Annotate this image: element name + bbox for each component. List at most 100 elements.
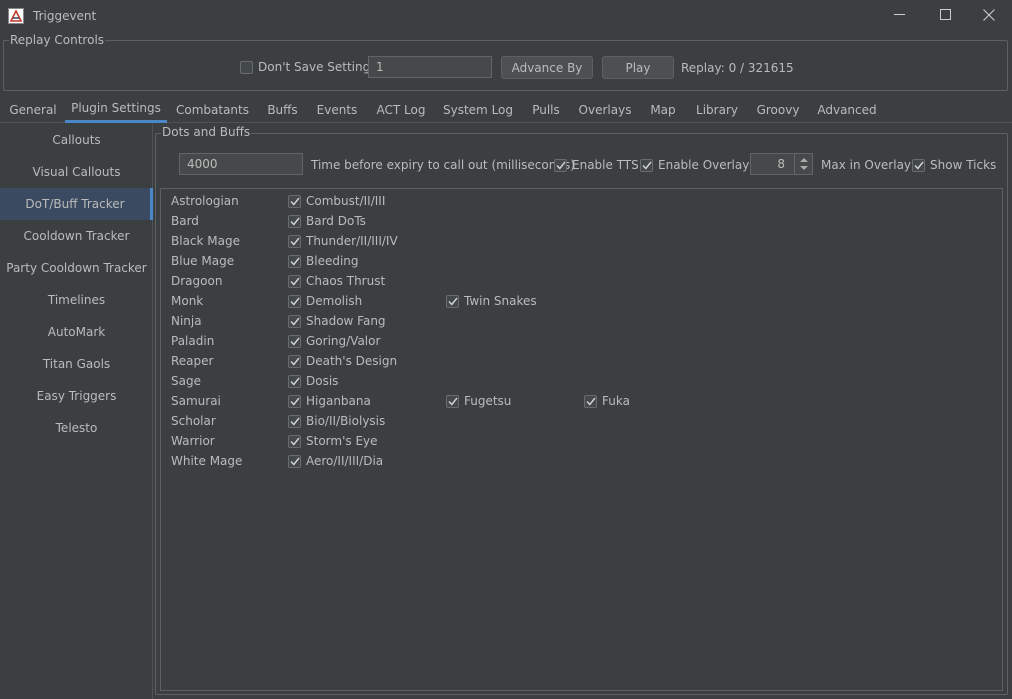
- sidebar-item-visual-callouts[interactable]: Visual Callouts: [0, 156, 153, 188]
- checkbox-box[interactable]: [288, 194, 301, 208]
- checkbox-box[interactable]: [288, 434, 301, 448]
- tab-pulls[interactable]: Pulls: [522, 96, 570, 123]
- sidebar-item-easy-triggers[interactable]: Easy Triggers: [0, 380, 153, 412]
- sidebar-item-dot-buff-tracker[interactable]: DoT/Buff Tracker: [0, 188, 153, 220]
- buff-checkbox[interactable]: Death's Design: [288, 354, 397, 368]
- buff-checkbox[interactable]: Bio/II/Biolysis: [288, 414, 385, 428]
- checkbox-box[interactable]: [288, 294, 301, 308]
- buff-checkbox[interactable]: Bard DoTs: [288, 214, 366, 228]
- close-button[interactable]: [966, 0, 1012, 32]
- tab-act-log[interactable]: ACT Log: [368, 96, 434, 123]
- job-name: Ninja: [171, 314, 202, 328]
- sidebar-item-automark[interactable]: AutoMark: [0, 316, 153, 348]
- job-name: Samurai: [171, 394, 221, 408]
- job-name: Monk: [171, 294, 204, 308]
- tab-library[interactable]: Library: [690, 96, 744, 123]
- buff-checkbox[interactable]: Thunder/II/III/IV: [288, 234, 398, 248]
- checkbox-box[interactable]: [288, 454, 301, 468]
- checkbox-box[interactable]: [288, 254, 301, 268]
- checkbox-box[interactable]: [912, 158, 925, 172]
- buff-label: Thunder/II/III/IV: [306, 234, 398, 248]
- buff-label: Bio/II/Biolysis: [306, 414, 386, 428]
- buff-checkbox[interactable]: Chaos Thrust: [288, 274, 385, 288]
- sidebar-item-telesto[interactable]: Telesto: [0, 412, 153, 444]
- tab-combatants[interactable]: Combatants: [170, 96, 255, 123]
- job-name: Dragoon: [171, 274, 223, 288]
- max-in-overlay-value: 8: [777, 157, 785, 171]
- enable-tts-checkbox[interactable]: Enable TTS: [554, 158, 639, 172]
- checkbox-box[interactable]: [240, 60, 253, 74]
- tab-groovy[interactable]: Groovy: [748, 96, 808, 123]
- dont-save-settings-label: Don't Save Settings: [258, 60, 377, 74]
- checkbox-box[interactable]: [288, 334, 301, 348]
- checkbox-box[interactable]: [446, 394, 459, 408]
- tab-plugin-settings[interactable]: Plugin Settings: [65, 96, 167, 123]
- checkbox-box[interactable]: [288, 314, 301, 328]
- checkbox-box[interactable]: [446, 294, 459, 308]
- job-name: Paladin: [171, 334, 215, 348]
- enable-tts-label: Enable TTS: [572, 158, 639, 172]
- checkbox-box[interactable]: [288, 414, 301, 428]
- max-in-overlay-spinner[interactable]: 8: [750, 153, 813, 175]
- checkbox-box[interactable]: [288, 274, 301, 288]
- tab-buffs[interactable]: Buffs: [259, 96, 306, 123]
- sidebar-item-timelines[interactable]: Timelines: [0, 284, 153, 316]
- checkbox-box[interactable]: [288, 374, 301, 388]
- buff-checkbox[interactable]: Storm's Eye: [288, 434, 378, 448]
- dots-and-buffs-legend: Dots and Buffs: [161, 125, 252, 139]
- play-button[interactable]: Play: [602, 56, 674, 79]
- buff-checkbox[interactable]: Dosis: [288, 374, 338, 388]
- job-name: Sage: [171, 374, 201, 388]
- checkbox-box[interactable]: [288, 354, 301, 368]
- checkbox-box[interactable]: [554, 158, 567, 172]
- replay-controls-legend: Replay Controls: [9, 33, 106, 47]
- buff-checkbox[interactable]: Combust/II/III: [288, 194, 385, 208]
- buff-checkbox[interactable]: Fuka: [584, 394, 630, 408]
- buff-label: Dosis: [306, 374, 339, 388]
- advance-by-button[interactable]: Advance By: [501, 56, 593, 79]
- spinner-arrows[interactable]: [794, 154, 812, 174]
- sidebar-item-callouts[interactable]: Callouts: [0, 124, 153, 156]
- dont-save-settings-checkbox[interactable]: Don't Save Settings: [240, 60, 377, 74]
- tab-map[interactable]: Map: [640, 96, 686, 123]
- job-name: Warrior: [171, 434, 215, 448]
- buff-checkbox[interactable]: Aero/II/III/Dia: [288, 454, 383, 468]
- show-ticks-checkbox[interactable]: Show Ticks: [912, 158, 996, 172]
- buff-label: Chaos Thrust: [306, 274, 386, 288]
- checkbox-box[interactable]: [288, 214, 301, 228]
- tab-events[interactable]: Events: [310, 96, 364, 123]
- job-name: Scholar: [171, 414, 216, 428]
- buff-checkbox[interactable]: Bleeding: [288, 254, 359, 268]
- tab-general[interactable]: General: [4, 96, 62, 123]
- title-bar: Triggevent: [0, 0, 1012, 32]
- main-tab-bar: General Plugin Settings Combatants Buffs…: [0, 96, 1012, 123]
- tab-advanced[interactable]: Advanced: [812, 96, 882, 123]
- sidebar-item-titan-gaols[interactable]: Titan Gaols: [0, 348, 153, 380]
- sidebar-item-cooldown-tracker[interactable]: Cooldown Tracker: [0, 220, 153, 252]
- buff-checkbox[interactable]: Goring/Valor: [288, 334, 380, 348]
- maximize-button[interactable]: [922, 0, 968, 32]
- show-ticks-label: Show Ticks: [930, 158, 997, 172]
- checkbox-box[interactable]: [584, 394, 597, 408]
- buff-checkbox[interactable]: Twin Snakes: [446, 294, 537, 308]
- expiry-ms-input[interactable]: 4000: [179, 153, 303, 175]
- sidebar-item-party-cooldown-tracker[interactable]: Party Cooldown Tracker: [0, 252, 153, 284]
- checkbox-box[interactable]: [288, 394, 301, 408]
- buff-checkbox[interactable]: Higanbana: [288, 394, 371, 408]
- expiry-ms-label: Time before expiry to call out (millisec…: [311, 158, 575, 172]
- buff-checkbox[interactable]: Demolish: [288, 294, 362, 308]
- tab-system-log[interactable]: System Log: [438, 96, 518, 123]
- minimize-button[interactable]: [876, 0, 922, 32]
- advance-by-input[interactable]: 1: [368, 56, 492, 78]
- tab-overlays[interactable]: Overlays: [574, 96, 636, 123]
- enable-overlay-checkbox[interactable]: Enable Overlay: [640, 158, 749, 172]
- buff-label: Shadow Fang: [306, 314, 386, 328]
- checkbox-box[interactable]: [640, 158, 653, 172]
- plugin-sidebar: Callouts Visual Callouts DoT/Buff Tracke…: [0, 124, 153, 699]
- buff-checkbox[interactable]: Shadow Fang: [288, 314, 386, 328]
- checkbox-box[interactable]: [288, 234, 301, 248]
- buff-label: Death's Design: [306, 354, 398, 368]
- maximize-icon: [939, 9, 951, 23]
- buff-checkbox[interactable]: Fugetsu: [446, 394, 511, 408]
- dot-buff-list: [160, 188, 1003, 691]
